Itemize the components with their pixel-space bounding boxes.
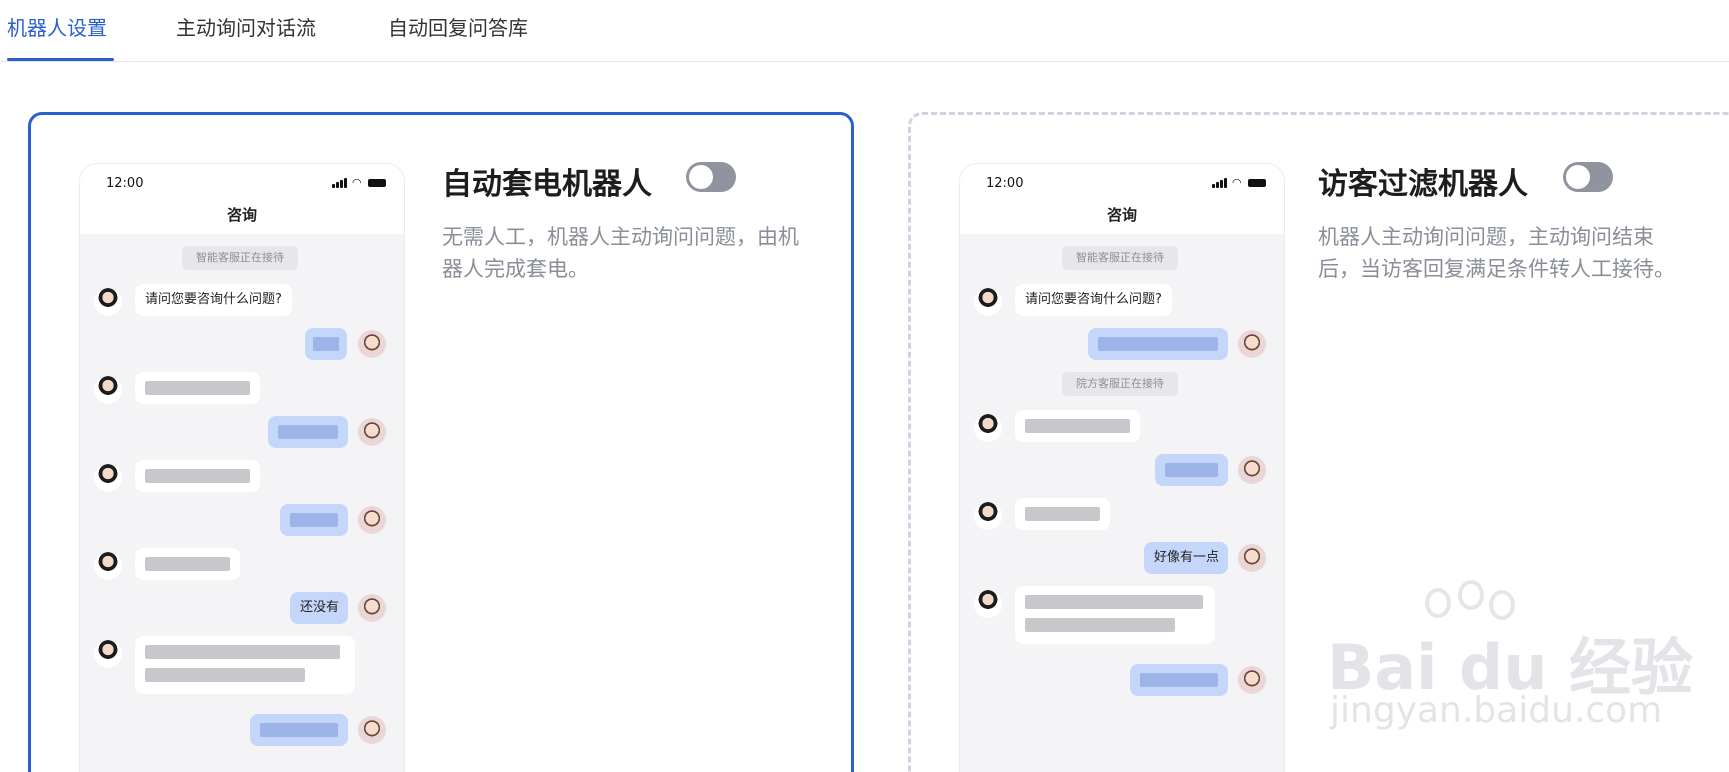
tab-auto-reply-qa-library[interactable]: 自动回复问答库 [388, 12, 528, 41]
toggle-knob [1566, 165, 1590, 189]
user-message-blurred [1130, 664, 1228, 696]
toggle-knob [689, 165, 713, 189]
watermark-paw-icon [1458, 580, 1484, 610]
bot-message: 请问您要咨询什么问题? [135, 284, 292, 316]
user-message-blurred [280, 504, 348, 536]
battery-icon [1248, 179, 1266, 187]
user-message: 好像有一点 [1144, 542, 1228, 574]
user-avatar [358, 330, 386, 358]
status-bar-icons: ◠ [1212, 176, 1268, 189]
bot-avatar [974, 502, 1002, 530]
wifi-icon: ◠ [352, 176, 362, 189]
bot-avatar [94, 376, 122, 404]
bot-avatar [974, 414, 1002, 442]
user-message: 还没有 [290, 592, 348, 624]
bot-message-blurred [1015, 498, 1110, 530]
system-notice: 智能客服正在接待 [1062, 246, 1178, 270]
signal-icon [340, 180, 343, 188]
phone-preview: 12:00 ◠ 咨询 智能客服正在接待 请问您要咨询什么问题? 还没有 [79, 163, 405, 772]
wifi-icon: ◠ [1232, 176, 1242, 189]
user-message-blurred [268, 416, 348, 448]
bot-message-blurred [1015, 586, 1215, 644]
enable-toggle[interactable] [1563, 162, 1613, 192]
bot-avatar [94, 640, 122, 668]
card-title: 自动套电机器人 [442, 167, 652, 202]
card-description: 无需人工，机器人主动询问问题，由机 器人完成套电。 [442, 221, 799, 285]
bot-message-blurred [135, 372, 260, 404]
watermark-url: jingyan.baidu.com [1330, 690, 1663, 731]
user-avatar [358, 506, 386, 534]
system-notice: 院方客服正在接待 [1062, 372, 1178, 396]
bot-message-blurred [135, 636, 355, 694]
watermark-paw-icon [1489, 590, 1515, 620]
signal-icon [332, 184, 335, 188]
status-bar-icons: ◠ [332, 176, 388, 189]
user-message-blurred [1155, 454, 1228, 486]
bot-avatar [94, 288, 122, 316]
tab-bar: 机器人设置 主动询问对话流 自动回复问答库 [0, 0, 1729, 62]
tab-proactive-dialog-flow[interactable]: 主动询问对话流 [176, 12, 316, 41]
user-avatar [1238, 330, 1266, 358]
bot-avatar [974, 288, 1002, 316]
robot-card-auto-lead[interactable]: 12:00 ◠ 咨询 智能客服正在接待 请问您要咨询什么问题? 还没有 自动套电… [28, 112, 854, 772]
user-avatar [1238, 666, 1266, 694]
bot-message-blurred [135, 460, 260, 492]
phone-title: 咨询 [1106, 206, 1137, 224]
user-message-blurred [1088, 328, 1228, 360]
phone-title: 咨询 [226, 206, 257, 224]
user-avatar [358, 418, 386, 446]
signal-icon [336, 182, 339, 188]
phone-time: 12:00 [986, 176, 1024, 191]
user-avatar [358, 716, 386, 744]
bot-message: 请问您要咨询什么问题? [1015, 284, 1172, 316]
user-message-blurred [250, 714, 348, 746]
system-notice: 智能客服正在接待 [182, 246, 298, 270]
battery-icon [368, 179, 386, 187]
description-line: 器人完成套电。 [442, 257, 589, 281]
bot-avatar [94, 552, 122, 580]
bot-message-blurred [135, 548, 240, 580]
user-avatar [1238, 456, 1266, 484]
phone-header: 12:00 ◠ 咨询 [80, 164, 404, 234]
active-tab-indicator [7, 58, 114, 61]
signal-icon [1216, 182, 1219, 188]
signal-icon [1220, 180, 1223, 188]
bot-avatar [974, 590, 1002, 618]
signal-icon [1212, 184, 1215, 188]
description-line: 机器人主动询问问题，主动询问结束 [1318, 225, 1654, 249]
bot-avatar [94, 464, 122, 492]
description-line: 后，当访客回复满足条件转人工接待。 [1318, 257, 1675, 281]
phone-header: 12:00 ◠ 咨询 [960, 164, 1284, 234]
enable-toggle[interactable] [686, 162, 736, 192]
user-avatar [358, 594, 386, 622]
card-description: 机器人主动询问问题，主动询问结束 后，当访客回复满足条件转人工接待。 [1318, 221, 1675, 285]
user-message-blurred [305, 328, 347, 360]
signal-icon [344, 178, 347, 188]
phone-time: 12:00 [106, 176, 144, 191]
tab-robot-settings[interactable]: 机器人设置 [7, 12, 107, 41]
signal-icon [1224, 178, 1227, 188]
bot-message-blurred [1015, 410, 1140, 442]
watermark-paw-icon [1425, 588, 1451, 618]
user-avatar [1238, 544, 1266, 572]
card-title: 访客过滤机器人 [1318, 167, 1528, 202]
phone-preview: 12:00 ◠ 咨询 智能客服正在接待 请问您要咨询什么问题? 院方客服正在接待… [959, 163, 1285, 772]
description-line: 无需人工，机器人主动询问问题，由机 [442, 225, 799, 249]
